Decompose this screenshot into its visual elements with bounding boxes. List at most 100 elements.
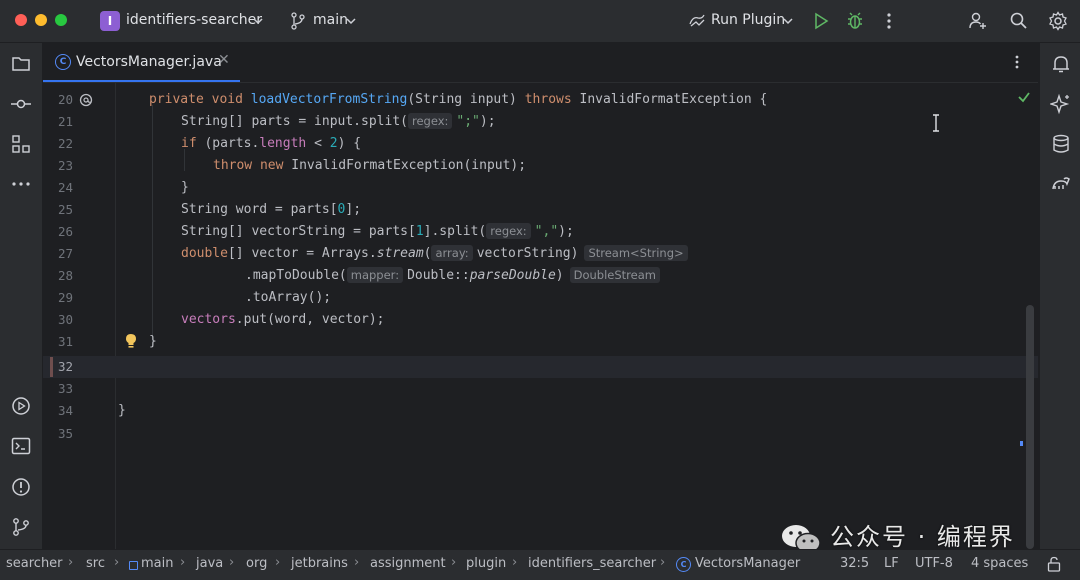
code-line[interactable]: 25 String word = parts[0];: [43, 199, 1038, 221]
file-lock-icon[interactable]: [1047, 556, 1061, 576]
maximize-window-button[interactable]: [55, 14, 67, 26]
line-number[interactable]: 23: [43, 155, 73, 177]
project-folder-icon[interactable]: [10, 53, 32, 75]
breadcrumb-item[interactable]: VectorsManager: [695, 556, 800, 571]
project-name[interactable]: identifiers-searcher: [126, 12, 262, 28]
code-line[interactable]: 28 .mapToDouble(mapper: Double::parseDoub…: [43, 265, 1038, 287]
breadcrumb-item[interactable]: src: [86, 556, 105, 571]
search-icon[interactable]: [1009, 11, 1029, 31]
left-tool-window-bar: [0, 43, 43, 549]
title-bar: I identifiers-searcher main Run Plugin: [0, 0, 1080, 43]
breadcrumb-item[interactable]: jetbrains: [291, 556, 348, 571]
line-number[interactable]: 34: [43, 400, 73, 422]
problems-icon[interactable]: [10, 476, 32, 498]
editor-tab-bar: C VectorsManager.java ✕: [43, 43, 1038, 83]
git-branch-icon[interactable]: [290, 12, 306, 30]
breadcrumb-item[interactable]: searcher: [6, 556, 63, 571]
tab-label: VectorsManager.java: [76, 54, 222, 70]
code-line[interactable]: 20 private void loadVectorFromString(Str…: [43, 89, 1038, 111]
line-number[interactable]: 35: [43, 423, 73, 445]
line-number[interactable]: 31: [43, 331, 73, 353]
commit-icon[interactable]: [10, 93, 32, 115]
plugin-run-config-icon[interactable]: [688, 12, 706, 30]
line-number[interactable]: 32: [43, 356, 73, 378]
notifications-bell-icon[interactable]: [1050, 53, 1072, 75]
mouse-text-cursor-icon: [932, 114, 940, 136]
breadcrumb-item[interactable]: plugin: [466, 556, 506, 571]
tab-options-icon[interactable]: [1014, 54, 1020, 70]
code-line[interactable]: 21 String[] parts = input.split(regex: ";…: [43, 111, 1038, 133]
file-encoding[interactable]: UTF-8: [915, 556, 953, 571]
services-run-icon[interactable]: [10, 395, 32, 417]
project-badge[interactable]: I: [100, 11, 120, 31]
line-number[interactable]: 22: [43, 133, 73, 155]
structure-icon[interactable]: [10, 133, 32, 155]
chevron-down-icon[interactable]: [782, 15, 794, 27]
breadcrumb-item[interactable]: org: [246, 556, 267, 571]
more-tool-windows-icon[interactable]: [10, 173, 32, 195]
code-line[interactable]: 22 if (parts.length < 2) {: [43, 133, 1038, 155]
debug-icon[interactable]: [846, 11, 864, 31]
vertical-scrollbar[interactable]: [1026, 305, 1034, 549]
code-line[interactable]: 27 double[] vector = Arrays.stream(array…: [43, 243, 1038, 265]
breadcrumb-item[interactable]: identifiers_searcher: [528, 556, 656, 571]
code-line[interactable]: 35: [43, 423, 1038, 445]
class-icon: C: [676, 557, 691, 572]
database-icon[interactable]: [1050, 133, 1072, 155]
inlay-hint: array:: [431, 245, 473, 261]
code-line[interactable]: 30 vectors.put(word, vector);: [43, 309, 1038, 331]
more-actions-icon[interactable]: [886, 12, 892, 30]
inlay-type-hint: Stream<String>: [584, 245, 688, 261]
branch-name[interactable]: main: [313, 12, 348, 28]
gradle-icon[interactable]: [1050, 173, 1072, 195]
breadcrumb-item[interactable]: assignment: [370, 556, 446, 571]
line-number[interactable]: 25: [43, 199, 73, 221]
code-line[interactable]: 34 }: [43, 400, 1038, 422]
git-icon[interactable]: [10, 516, 32, 538]
line-number[interactable]: 27: [43, 243, 73, 265]
module-icon: [129, 561, 138, 570]
close-tab-icon[interactable]: ✕: [218, 52, 230, 68]
code-line[interactable]: 23 throw new InvalidFormatException(inpu…: [43, 155, 1038, 177]
lightbulb-intention-icon[interactable]: [125, 333, 137, 357]
code-line[interactable]: 26 String[] vectorString = parts[1].spli…: [43, 221, 1038, 243]
run-icon[interactable]: [813, 12, 829, 30]
chevron-down-icon[interactable]: [345, 15, 357, 27]
indent-setting[interactable]: 4 spaces: [971, 556, 1028, 571]
line-number[interactable]: 28: [43, 265, 73, 287]
active-tab-indicator: [43, 80, 240, 82]
code-line[interactable]: 29 .toArray();: [43, 287, 1038, 309]
java-class-icon: C: [55, 54, 71, 70]
chevron-down-icon[interactable]: [252, 15, 264, 27]
caret-position[interactable]: 32:5: [840, 556, 869, 571]
line-number[interactable]: 26: [43, 221, 73, 243]
code-line-current[interactable]: 32: [43, 356, 1038, 378]
line-number[interactable]: 30: [43, 309, 73, 331]
minimize-window-button[interactable]: [35, 14, 47, 26]
breadcrumb-item[interactable]: main: [141, 556, 173, 571]
code-line[interactable]: 33: [43, 378, 1038, 400]
right-tool-window-bar: [1039, 43, 1080, 549]
run-config-name[interactable]: Run Plugin: [711, 12, 785, 28]
breadcrumb-item[interactable]: java: [196, 556, 223, 571]
code-line[interactable]: 31 }: [43, 331, 1038, 353]
line-ending[interactable]: LF: [884, 556, 899, 571]
settings-gear-icon[interactable]: [1048, 11, 1068, 31]
status-bar: searcher › src › main › java › org › jet…: [0, 549, 1080, 580]
terminal-icon[interactable]: [10, 435, 32, 457]
add-user-icon[interactable]: [968, 11, 988, 31]
inlay-hint: regex:: [486, 223, 531, 239]
line-number[interactable]: 24: [43, 177, 73, 199]
close-window-button[interactable]: [15, 14, 27, 26]
inlay-hint: mapper:: [346, 267, 404, 283]
line-number[interactable]: 33: [43, 378, 73, 400]
inlay-hint: regex:: [407, 113, 453, 129]
code-line[interactable]: 24 }: [43, 177, 1038, 199]
tab-vectors-manager[interactable]: C VectorsManager.java ✕: [43, 43, 240, 82]
ai-assistant-icon[interactable]: [1050, 93, 1072, 115]
code-editor[interactable]: 20 private void loadVectorFromString(Str…: [43, 83, 1038, 549]
line-number[interactable]: 21: [43, 111, 73, 133]
line-number[interactable]: 20: [43, 89, 73, 111]
line-number[interactable]: 29: [43, 287, 73, 309]
inlay-type-hint: DoubleStream: [569, 267, 660, 283]
